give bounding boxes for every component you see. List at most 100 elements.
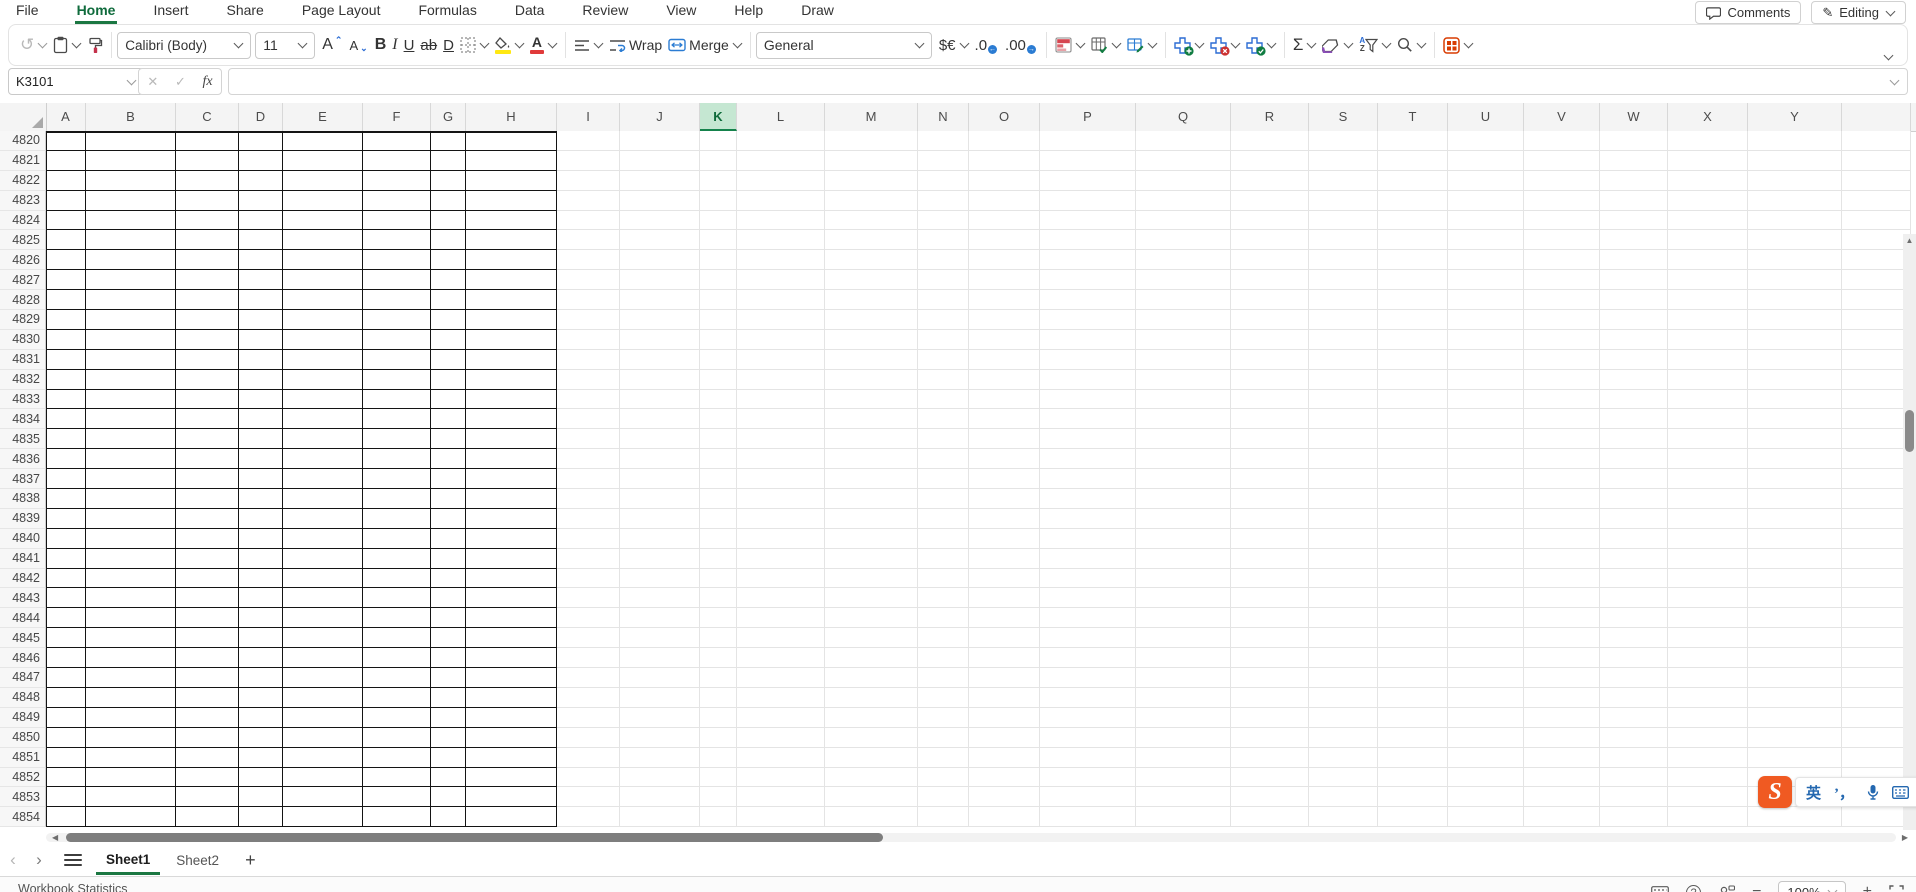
cell[interactable] <box>86 230 176 250</box>
cell[interactable] <box>969 151 1040 171</box>
cell[interactable] <box>1668 449 1748 469</box>
cell[interactable] <box>1668 588 1748 608</box>
horizontal-scrollbar[interactable]: ◀ ▶ <box>0 830 1916 844</box>
alignment-button[interactable] <box>571 36 606 55</box>
cell[interactable] <box>431 748 466 768</box>
row-header-4831[interactable]: 4831 <box>0 350 46 370</box>
cell[interactable] <box>1378 250 1448 270</box>
cell[interactable] <box>825 608 918 628</box>
ribbon-collapse-chevron-icon[interactable] <box>1884 51 1894 61</box>
cell[interactable] <box>1448 608 1524 628</box>
cell[interactable] <box>1040 628 1136 648</box>
cell[interactable] <box>1378 588 1448 608</box>
cell[interactable] <box>557 469 620 489</box>
cell[interactable] <box>1842 390 1911 410</box>
cell[interactable] <box>1231 449 1309 469</box>
cell[interactable] <box>1231 588 1309 608</box>
cell[interactable] <box>1668 290 1748 310</box>
cell[interactable] <box>1842 668 1911 688</box>
comments-button[interactable]: Comments <box>1695 1 1801 24</box>
cell[interactable] <box>1231 648 1309 668</box>
row-header-4844[interactable]: 4844 <box>0 608 46 628</box>
cell[interactable] <box>737 131 825 151</box>
cell[interactable] <box>431 211 466 231</box>
cell[interactable] <box>86 489 176 509</box>
cell[interactable] <box>1524 509 1600 529</box>
row-header-4850[interactable]: 4850 <box>0 728 46 748</box>
cell[interactable] <box>431 787 466 807</box>
cell[interactable] <box>239 509 283 529</box>
prev-sheet-chevron-icon[interactable]: ‹ <box>0 850 26 870</box>
cell[interactable] <box>737 728 825 748</box>
cell[interactable] <box>46 151 86 171</box>
cell[interactable] <box>737 409 825 429</box>
cell[interactable] <box>1309 171 1378 191</box>
cell[interactable] <box>1309 489 1378 509</box>
cell[interactable] <box>1309 668 1378 688</box>
cell[interactable] <box>700 628 737 648</box>
cell[interactable] <box>176 211 239 231</box>
cell[interactable] <box>1448 688 1524 708</box>
all-sheets-menu-icon[interactable] <box>64 851 82 869</box>
cell[interactable] <box>283 310 363 330</box>
cell[interactable] <box>1448 489 1524 509</box>
cell[interactable] <box>363 787 431 807</box>
cell[interactable] <box>969 469 1040 489</box>
cell[interactable] <box>239 310 283 330</box>
cell[interactable] <box>825 728 918 748</box>
cell[interactable] <box>1136 171 1231 191</box>
cell[interactable] <box>1842 230 1911 250</box>
cell[interactable] <box>1040 748 1136 768</box>
cell[interactable] <box>1600 728 1668 748</box>
cell[interactable] <box>239 270 283 290</box>
column-header-g[interactable]: G <box>431 103 466 131</box>
merge-button[interactable]: Merge <box>665 34 745 56</box>
cell[interactable] <box>620 151 700 171</box>
cell[interactable] <box>283 748 363 768</box>
cell[interactable] <box>1040 768 1136 788</box>
cell[interactable] <box>1842 728 1911 748</box>
cell[interactable] <box>1668 330 1748 350</box>
cell[interactable] <box>1136 469 1231 489</box>
cell[interactable] <box>1842 529 1911 549</box>
cell[interactable] <box>466 449 557 469</box>
cell[interactable] <box>363 390 431 410</box>
cell[interactable] <box>1668 529 1748 549</box>
cell[interactable] <box>466 489 557 509</box>
cell[interactable] <box>1448 171 1524 191</box>
cell[interactable] <box>1524 290 1600 310</box>
cell[interactable] <box>700 370 737 390</box>
cell[interactable] <box>918 330 969 350</box>
cell[interactable] <box>1600 350 1668 370</box>
cell[interactable] <box>86 688 176 708</box>
cell[interactable] <box>1668 489 1748 509</box>
cell[interactable] <box>1309 270 1378 290</box>
cell[interactable] <box>1524 588 1600 608</box>
cell[interactable] <box>239 668 283 688</box>
cell[interactable] <box>700 449 737 469</box>
row-header-4854[interactable]: 4854 <box>0 807 46 827</box>
cell[interactable] <box>1668 230 1748 250</box>
cell[interactable] <box>176 151 239 171</box>
cell[interactable] <box>620 628 700 648</box>
cell[interactable] <box>46 728 86 748</box>
cell[interactable] <box>431 230 466 250</box>
cell[interactable] <box>1748 728 1842 748</box>
cell[interactable] <box>46 270 86 290</box>
cell[interactable] <box>86 668 176 688</box>
cell[interactable] <box>737 171 825 191</box>
cell[interactable] <box>1842 350 1911 370</box>
cell[interactable] <box>466 409 557 429</box>
cell[interactable] <box>363 688 431 708</box>
cell[interactable] <box>1136 748 1231 768</box>
cell[interactable] <box>620 569 700 589</box>
cell[interactable] <box>1309 787 1378 807</box>
cell[interactable] <box>1448 409 1524 429</box>
cell[interactable] <box>86 708 176 728</box>
cell[interactable] <box>1524 768 1600 788</box>
cell[interactable] <box>1136 211 1231 231</box>
cell[interactable] <box>431 429 466 449</box>
cell[interactable] <box>1448 211 1524 231</box>
cell[interactable] <box>1448 230 1524 250</box>
cell[interactable] <box>918 250 969 270</box>
